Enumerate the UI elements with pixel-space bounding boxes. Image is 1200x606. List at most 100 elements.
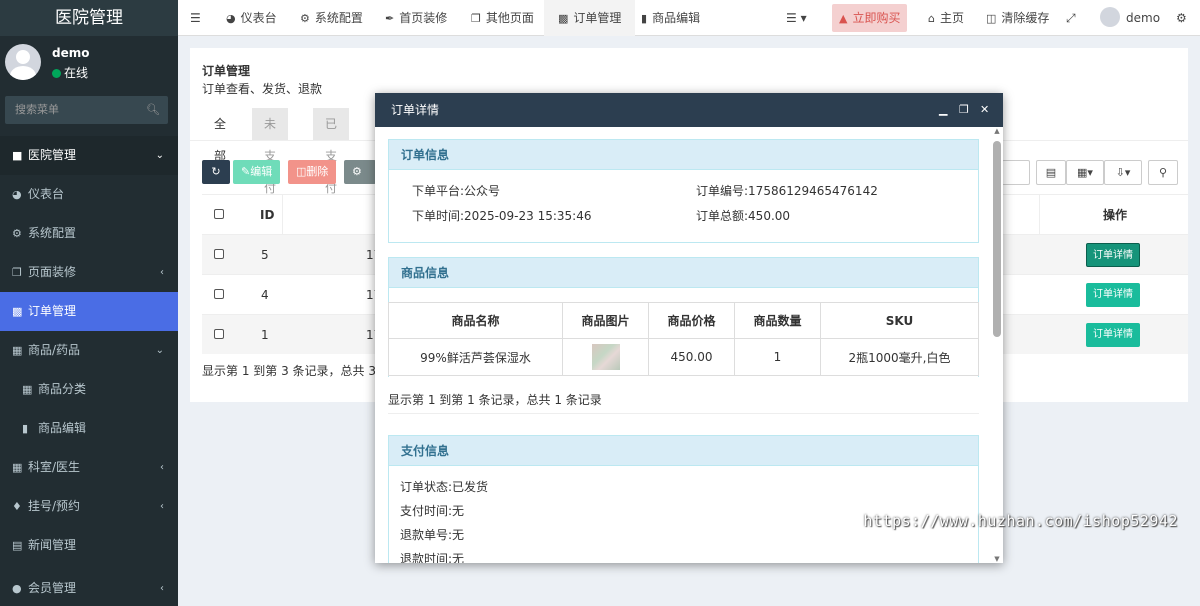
nav-more-dropdown[interactable]: ☰ ▾ [786,0,807,36]
pay-time: 支付时间:无 [400,504,465,518]
minimize-icon[interactable]: ▁ [939,93,947,127]
home-link[interactable]: ⌂ 主页 [928,0,964,36]
dashboard-icon: ◕ [226,12,236,25]
sidebar-item-hospital[interactable]: ■ 医院管理 ⌄ [0,136,178,175]
refresh-button[interactable]: ↻ [202,160,230,184]
row-id: 4 [261,288,269,302]
divider [388,413,979,414]
sidebar-item-register[interactable]: ♦ 挂号/预约 ‹ [0,487,178,526]
nav-tab-label: 商品编辑 [652,11,701,25]
user-menu-label: demo [1126,11,1161,25]
app-logo[interactable]: 医院管理 [0,0,178,36]
clear-cache-button[interactable]: ◫ 清除缓存 [986,0,1049,36]
watermark-url: https://www.huzhan.com/ishop52942 [863,512,1178,530]
row-id: 5 [261,248,269,262]
briefcase-icon: ■ [12,149,23,162]
export-dropdown-icon[interactable]: ⇩▾ [1104,160,1142,185]
barcode-icon: ▮ [641,12,648,25]
online-dot-icon [52,69,61,78]
sidebar-item-label: 页面装修 [28,265,77,279]
order-number: 订单编号:17586129465476142 [696,184,878,198]
scrollbar-thumb[interactable] [993,141,1001,337]
sidebar-item-decoration[interactable]: ❐ 页面装修 ‹ [0,253,178,292]
columns-dropdown-icon[interactable]: ▦▾ [1066,160,1104,185]
column-header-id: ID [260,208,275,222]
scroll-up-icon[interactable]: ▲ [993,127,1001,135]
chevron-left-icon: ‹ [160,501,164,512]
more-button[interactable]: ⚙更 [344,160,376,184]
tab-all[interactable]: 全部 [202,108,239,163]
sidebar-item-news[interactable]: ▤ 新闻管理 [0,526,178,565]
order-detail-button[interactable]: 订单详情 [1086,323,1140,347]
column-divider [282,195,283,235]
page-subtitle: 订单查看、发货、退款 [202,82,323,96]
row-checkbox[interactable] [214,329,224,339]
order-detail-button[interactable]: 订单详情 [1086,243,1140,267]
copy-icon: ❐ [471,12,481,25]
fullscreen-icon[interactable]: ⤢ [1066,0,1076,36]
column-header: 商品名称 [388,302,563,339]
order-info-panel: 订单信息 下单平台:公众号 订单编号:17586129465476142 下单时… [388,139,979,243]
gear-icon: ⚙ [352,165,362,178]
close-icon[interactable]: ✕ [980,93,989,127]
sidebar-item-orders[interactable]: ▩ 订单管理 [0,292,178,331]
search-icon[interactable]: ⚲ [1148,160,1178,185]
nav-tab-goods-edit[interactable]: ▮ 商品编辑 [641,0,700,36]
table-view-icon[interactable]: ▤ [1036,160,1066,185]
chevron-down-icon: ⌄ [155,150,164,161]
search-icon[interactable]: 🔍︎ [146,96,160,124]
list-icon: ☰ ▾ [786,11,807,25]
buy-now-button[interactable]: ▲ 立即购买 [832,4,908,32]
settings-icon[interactable]: ⚙ [1176,0,1187,36]
nav-tab-orders[interactable]: ▩ 订单管理 [544,0,636,36]
sidebar-item-department[interactable]: ▦ 科室/医生 ‹ [0,448,178,487]
file-icon: ▩ [558,12,569,25]
delete-button[interactable]: ◫删除 [288,160,337,184]
sidebar-item-members[interactable]: ● 会员管理 ‹ [0,569,178,606]
select-all-checkbox[interactable] [214,209,224,219]
grid-icon: ▦ [22,383,33,396]
row-checkbox[interactable] [214,249,224,259]
edit-label: 编辑 [250,165,273,178]
maximize-icon[interactable]: ❐ [959,93,969,127]
nav-tab-config[interactable]: ⚙ 系统配置 [300,0,363,36]
sidebar-item-label: 科室/医生 [28,460,81,474]
nav-tab-home-decoration[interactable]: ✒ 首页装修 [385,0,447,36]
sidebar-item-label: 医院管理 [28,148,77,162]
search-input[interactable]: 搜索菜单 🔍︎ [5,96,168,124]
sidebar-item-goods[interactable]: ▦ 商品/药品 ⌄ [0,331,178,370]
order-amount: 订单总额:450.00 [696,209,791,223]
goods-thumbnail[interactable] [591,344,620,370]
order-detail-button[interactable]: 订单详情 [1086,283,1140,307]
barcode-icon: ▮ [22,422,29,435]
order-platform: 下单平台:公众号 [412,184,501,198]
sidebar-item-config[interactable]: ⚙ 系统配置 [0,214,178,253]
table-row: 99%鲜活芦荟保湿水 450.00 1 2瓶1000毫升,白色 [388,338,979,376]
sidebar-item-dashboard[interactable]: ◕ 仪表台 [0,175,178,214]
sidebar-item-label: 商品编辑 [38,421,87,435]
sidebar-item-label: 订单管理 [28,304,77,318]
menu-toggle-icon[interactable]: ☰ [190,0,201,36]
order-status: 订单状态:已发货 [400,480,489,494]
search-box-edge[interactable] [1002,160,1030,185]
sidebar: 医院管理 demo 在线 搜索菜单 🔍︎ ■ 医院管理 ⌄ ◕ 仪表台 ⚙ 系统配置 ❐ 页… [0,0,178,606]
tab-paid[interactable]: 已支付 [313,108,350,195]
tab-unpaid[interactable]: 未支付 [252,108,289,195]
table-header-row: 商品名称 商品图片 商品价格 商品数量 SKU [388,302,979,339]
dashboard-icon: ◕ [12,188,22,201]
sidebar-item-label: 挂号/预约 [28,499,81,513]
gear-icon: ⚙ [300,12,310,25]
sidebar-item-goods-edit[interactable]: ▮ 商品编辑 [0,409,178,448]
sidebar-item-goods-category[interactable]: ▦ 商品分类 [0,370,178,409]
edit-button[interactable]: ✎编辑 [233,160,281,184]
top-navbar: ☰ ◕ 仪表台 ⚙ 系统配置 ✒ 首页装修 ❐ 其他页面 ▩ 订单管理 ▮ 商品编辑 ☰ ▾… [178,0,1200,36]
scroll-down-icon[interactable]: ▼ [993,555,1001,563]
nav-tab-dashboard[interactable]: ◕ 仪表台 [226,0,277,36]
user-menu[interactable]: demo [1100,0,1160,36]
column-header: 商品数量 [734,302,821,339]
row-checkbox[interactable] [214,289,224,299]
nav-tab-other-pages[interactable]: ❐ 其他页面 [471,0,534,36]
modal-scrollbar[interactable]: ▲ ▼ [993,127,1001,563]
order-time: 下单时间:2025-09-23 15:35:46 [412,209,592,223]
home-label: 主页 [939,11,964,25]
